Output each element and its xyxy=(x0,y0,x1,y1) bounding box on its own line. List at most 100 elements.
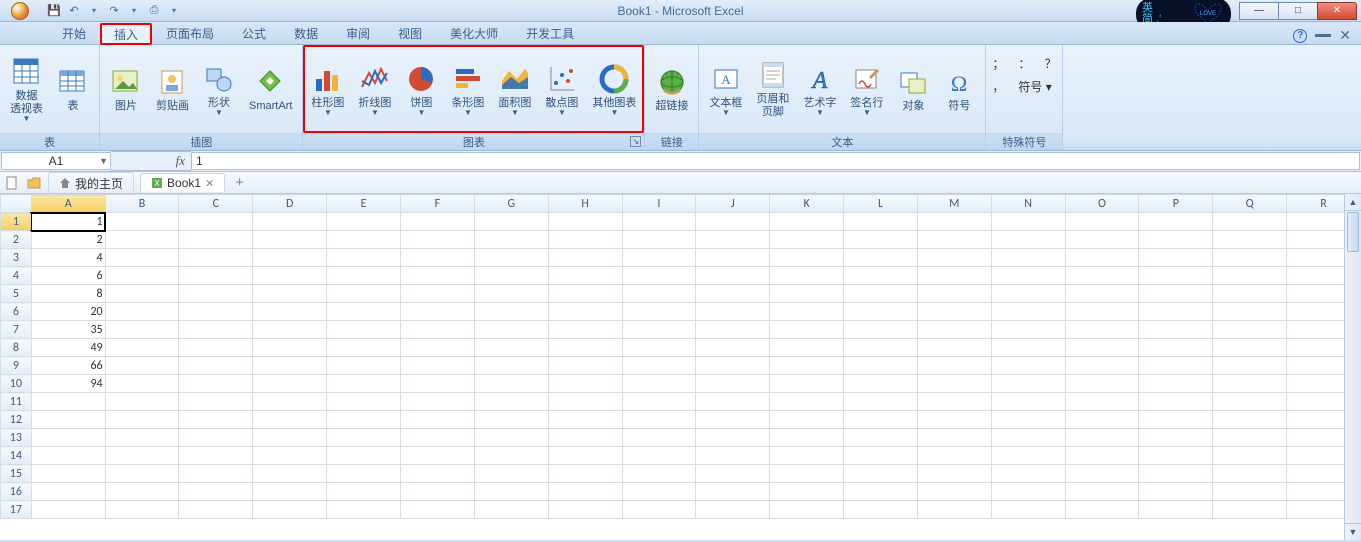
cell[interactable] xyxy=(770,429,844,447)
col-header[interactable]: C xyxy=(179,195,253,213)
close-tab-icon[interactable]: ✕ xyxy=(205,177,214,190)
cell[interactable] xyxy=(400,285,474,303)
cell[interactable] xyxy=(400,501,474,519)
cell[interactable]: 35 xyxy=(31,321,105,339)
cell[interactable] xyxy=(770,339,844,357)
cell[interactable] xyxy=(917,393,991,411)
save-icon[interactable]: 💾 xyxy=(46,3,62,19)
cell[interactable] xyxy=(31,429,105,447)
cell[interactable] xyxy=(253,249,327,267)
cell[interactable] xyxy=(327,303,401,321)
cell[interactable] xyxy=(1139,429,1213,447)
col-header[interactable]: J xyxy=(696,195,770,213)
cell[interactable] xyxy=(105,357,179,375)
header-footer-button[interactable]: 页眉和 页脚 xyxy=(752,57,793,121)
cell[interactable] xyxy=(1065,411,1139,429)
cell[interactable] xyxy=(1139,213,1213,231)
cell[interactable] xyxy=(917,447,991,465)
col-header[interactable]: F xyxy=(400,195,474,213)
new-doc-icon[interactable] xyxy=(4,175,20,191)
pivot-table-button[interactable]: 数据 透视表▼ xyxy=(6,54,47,124)
cell[interactable] xyxy=(105,303,179,321)
cell[interactable] xyxy=(179,393,253,411)
cell[interactable] xyxy=(105,393,179,411)
cell[interactable] xyxy=(1139,231,1213,249)
row-header[interactable]: 17 xyxy=(1,501,32,519)
tab-data[interactable]: 数据 xyxy=(280,22,332,44)
cell[interactable] xyxy=(844,393,918,411)
cell[interactable] xyxy=(770,393,844,411)
cell[interactable] xyxy=(622,249,696,267)
row-header[interactable]: 6 xyxy=(1,303,32,321)
tab-review[interactable]: 审阅 xyxy=(332,22,384,44)
cell[interactable] xyxy=(400,267,474,285)
cell[interactable] xyxy=(179,285,253,303)
cell[interactable] xyxy=(105,447,179,465)
cell[interactable] xyxy=(1139,447,1213,465)
cell[interactable] xyxy=(844,447,918,465)
cell[interactable] xyxy=(622,339,696,357)
cell[interactable] xyxy=(179,267,253,285)
col-header[interactable]: H xyxy=(548,195,622,213)
cell[interactable] xyxy=(474,465,548,483)
cell[interactable] xyxy=(179,321,253,339)
cell[interactable] xyxy=(696,249,770,267)
fx-icon[interactable]: fx xyxy=(176,153,185,169)
cell[interactable] xyxy=(844,357,918,375)
cell[interactable] xyxy=(991,447,1065,465)
cell[interactable] xyxy=(770,357,844,375)
cell[interactable] xyxy=(179,483,253,501)
cell[interactable] xyxy=(917,249,991,267)
cell[interactable] xyxy=(327,339,401,357)
cell[interactable] xyxy=(327,411,401,429)
cell[interactable] xyxy=(696,231,770,249)
cell[interactable] xyxy=(253,357,327,375)
cell[interactable] xyxy=(548,483,622,501)
workbook-minimize-icon[interactable] xyxy=(1315,34,1331,37)
select-all-corner[interactable] xyxy=(1,195,32,213)
cell[interactable] xyxy=(474,231,548,249)
cell[interactable] xyxy=(991,231,1065,249)
cell[interactable] xyxy=(474,303,548,321)
cell[interactable] xyxy=(400,429,474,447)
cell[interactable] xyxy=(548,213,622,231)
cell[interactable] xyxy=(770,483,844,501)
cell[interactable] xyxy=(400,249,474,267)
cell[interactable] xyxy=(400,447,474,465)
pie-chart-button[interactable]: 饼图▼ xyxy=(401,61,441,118)
cell[interactable] xyxy=(1065,465,1139,483)
cell[interactable] xyxy=(31,501,105,519)
cell[interactable] xyxy=(253,213,327,231)
row-header[interactable]: 1 xyxy=(1,213,32,231)
cell[interactable] xyxy=(105,249,179,267)
cell[interactable] xyxy=(622,303,696,321)
name-box-dropdown-icon[interactable]: ▼ xyxy=(99,156,108,166)
cell[interactable]: 2 xyxy=(31,231,105,249)
cell[interactable] xyxy=(474,285,548,303)
cell[interactable] xyxy=(1065,321,1139,339)
cell[interactable] xyxy=(400,231,474,249)
cell[interactable] xyxy=(548,465,622,483)
cell[interactable] xyxy=(31,465,105,483)
cell[interactable] xyxy=(844,339,918,357)
col-header[interactable]: N xyxy=(991,195,1065,213)
cell[interactable] xyxy=(991,303,1065,321)
cell[interactable] xyxy=(844,429,918,447)
cell[interactable] xyxy=(1065,393,1139,411)
cell[interactable] xyxy=(1139,501,1213,519)
cell[interactable] xyxy=(253,375,327,393)
row-header[interactable]: 8 xyxy=(1,339,32,357)
cell[interactable] xyxy=(991,429,1065,447)
cell[interactable] xyxy=(696,285,770,303)
area-chart-button[interactable]: 面积图▼ xyxy=(494,61,535,118)
cell[interactable] xyxy=(1139,393,1213,411)
col-header[interactable]: L xyxy=(844,195,918,213)
cell[interactable] xyxy=(696,375,770,393)
cell[interactable] xyxy=(253,267,327,285)
scatter-chart-button[interactable]: 散点图▼ xyxy=(541,61,582,118)
row-header[interactable]: 12 xyxy=(1,411,32,429)
cell[interactable] xyxy=(991,213,1065,231)
cell[interactable] xyxy=(844,375,918,393)
cell[interactable] xyxy=(179,231,253,249)
cell[interactable] xyxy=(327,321,401,339)
